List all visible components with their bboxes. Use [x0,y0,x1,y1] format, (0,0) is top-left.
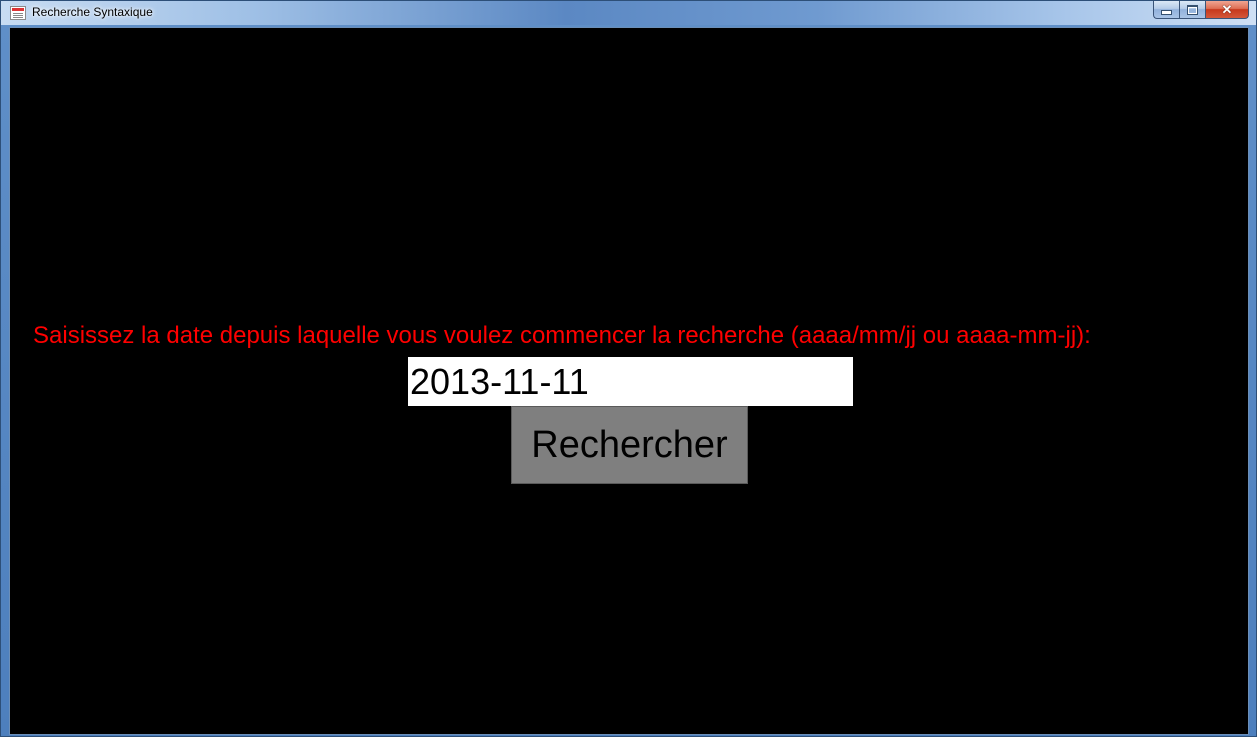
search-button[interactable]: Rechercher [511,406,748,484]
content-area: Saisissez la date depuis laquelle vous v… [9,27,1249,735]
maximize-button[interactable] [1179,1,1205,19]
date-input[interactable] [408,357,853,406]
app-document-icon[interactable] [10,6,26,20]
close-icon: ✕ [1221,2,1233,17]
minimize-button[interactable] [1153,1,1179,19]
app-window: Recherche Syntaxique ✕ Saisissez la date… [0,0,1257,737]
window-title: Recherche Syntaxique [32,5,153,19]
title-bar[interactable]: Recherche Syntaxique ✕ [1,1,1256,25]
minimize-icon [1161,10,1172,15]
caption-buttons: ✕ [1153,1,1249,19]
close-button[interactable]: ✕ [1205,1,1249,19]
maximize-icon [1187,4,1198,15]
date-prompt-label: Saisissez la date depuis laquelle vous v… [33,322,1091,349]
